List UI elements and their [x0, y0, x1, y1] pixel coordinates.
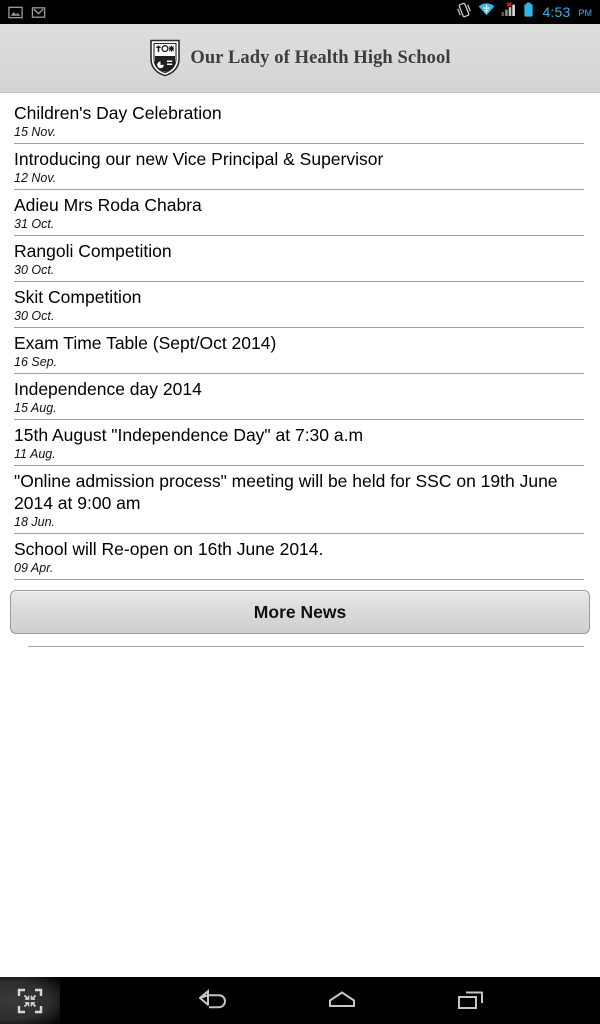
- list-item[interactable]: 15th August "Independence Day" at 7:30 a…: [14, 420, 584, 466]
- android-navigation-bar: [0, 977, 600, 1024]
- more-news-area: More News: [0, 580, 600, 634]
- app-header-brand: Our Lady of Health High School: [149, 39, 450, 77]
- recent-apps-icon[interactable]: [406, 977, 534, 1024]
- news-title: School will Re-open on 16th June 2014.: [14, 539, 324, 559]
- news-title: "Online admission process" meeting will …: [14, 471, 558, 513]
- battery-icon: [523, 2, 534, 23]
- news-title: Introducing our new Vice Principal & Sup…: [14, 149, 384, 169]
- news-date: 18 Jun.: [14, 515, 56, 529]
- gmail-notification-icon: [31, 5, 46, 20]
- image-notification-icon: [8, 5, 23, 20]
- status-bar-indicators: 4:53 PM: [456, 2, 592, 23]
- news-date: 30 Oct.: [14, 309, 55, 323]
- news-date: 12 Nov.: [14, 171, 57, 185]
- cellular-signal-no-service-icon: [501, 2, 517, 22]
- list-item[interactable]: Introducing our new Vice Principal & Sup…: [14, 144, 584, 190]
- list-item[interactable]: Adieu Mrs Roda Chabra 31 Oct.: [14, 190, 584, 236]
- app-header: Our Lady of Health High School: [0, 24, 600, 93]
- more-news-button[interactable]: More News: [10, 590, 590, 634]
- news-date: 16 Sep.: [14, 355, 58, 369]
- school-crest-icon: [149, 39, 181, 77]
- list-item[interactable]: Children's Day Celebration 15 Nov.: [14, 98, 584, 144]
- list-item[interactable]: Rangoli Competition 30 Oct.: [14, 236, 584, 282]
- news-title: Exam Time Table (Sept/Oct 2014): [14, 333, 277, 353]
- news-date: 15 Aug.: [14, 401, 57, 415]
- news-list: Children's Day Celebration 15 Nov. Intro…: [0, 98, 600, 580]
- list-item[interactable]: School will Re-open on 16th June 2014. 0…: [14, 534, 584, 580]
- wifi-icon: [478, 2, 495, 22]
- news-date: 09 Apr.: [14, 561, 54, 575]
- news-date: 15 Nov.: [14, 125, 57, 139]
- status-bar-clock: 4:53: [542, 4, 571, 20]
- news-date: 31 Oct.: [14, 217, 55, 231]
- status-bar-notifications: [8, 5, 46, 20]
- news-date: 30 Oct.: [14, 263, 55, 277]
- news-date: 11 Aug.: [14, 447, 56, 461]
- vibrate-icon: [456, 2, 472, 23]
- back-arrow-icon[interactable]: [150, 977, 278, 1024]
- news-title: Skit Competition: [14, 287, 142, 307]
- shrink-to-fit-icon[interactable]: [0, 977, 60, 1024]
- news-title: Rangoli Competition: [14, 241, 172, 261]
- news-title: Independence day 2014: [14, 379, 202, 399]
- footer-divider: [28, 646, 584, 647]
- news-title: 15th August "Independence Day" at 7:30 a…: [14, 425, 364, 445]
- list-item[interactable]: Skit Competition 30 Oct.: [14, 282, 584, 328]
- news-content-area: Children's Day Celebration 15 Nov. Intro…: [0, 93, 600, 647]
- list-item[interactable]: Exam Time Table (Sept/Oct 2014) 16 Sep.: [14, 328, 584, 374]
- home-icon[interactable]: [278, 977, 406, 1024]
- status-bar-clock-period: PM: [578, 8, 593, 18]
- news-title: Children's Day Celebration: [14, 103, 222, 123]
- list-item[interactable]: "Online admission process" meeting will …: [14, 466, 584, 534]
- list-item[interactable]: Independence day 2014 15 Aug.: [14, 374, 584, 420]
- news-title: Adieu Mrs Roda Chabra: [14, 195, 202, 215]
- android-status-bar[interactable]: 4:53 PM: [0, 0, 600, 24]
- page-title: Our Lady of Health High School: [190, 47, 451, 68]
